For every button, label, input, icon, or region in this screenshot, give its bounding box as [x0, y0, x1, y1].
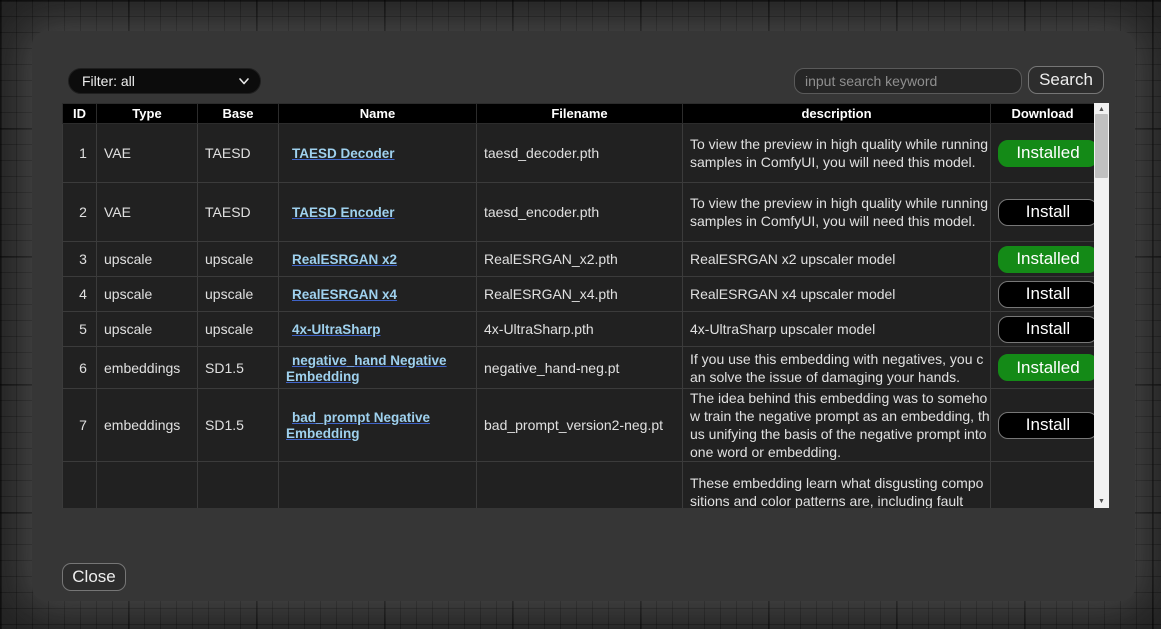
cell-base: upscale: [198, 242, 279, 277]
table-row: These embedding learn what disgusting co…: [63, 462, 1095, 509]
table-scrollbar[interactable]: ▲ ▼: [1094, 103, 1109, 508]
cell-name: TAESD Encoder: [279, 183, 477, 242]
cell-filename: taesd_decoder.pth: [477, 124, 683, 183]
cell-id: 5: [63, 312, 97, 347]
install-button[interactable]: Installed: [998, 140, 1098, 167]
cell-id: [63, 462, 97, 509]
cell-base: [198, 462, 279, 509]
table-row: 1 VAE TAESD TAESD Decoder taesd_decoder.…: [63, 124, 1095, 183]
cell-name: TAESD Decoder: [279, 124, 477, 183]
cell-description: The idea behind this embedding was to so…: [683, 389, 991, 462]
table-row: 2 VAE TAESD TAESD Encoder taesd_encoder.…: [63, 183, 1095, 242]
install-button[interactable]: Install: [998, 316, 1098, 343]
cell-type: upscale: [97, 242, 198, 277]
cell-id: 7: [63, 389, 97, 462]
search-button[interactable]: Search: [1028, 66, 1104, 94]
cell-base: TAESD: [198, 183, 279, 242]
cell-id: 6: [63, 347, 97, 389]
table-row: 4 upscale upscale RealESRGAN x4 RealESRG…: [63, 277, 1095, 312]
cell-filename: taesd_encoder.pth: [477, 183, 683, 242]
model-name-link[interactable]: 4x-UltraSharp: [292, 322, 381, 337]
cell-name: negative_hand Negative Embedding: [279, 347, 477, 389]
scrollbar-down-icon[interactable]: ▼: [1094, 495, 1109, 508]
cell-description: 4x-UltraSharp upscaler model: [683, 312, 991, 347]
header-id: ID: [63, 104, 97, 124]
cell-description: To view the preview in high quality whil…: [683, 183, 991, 242]
cell-base: TAESD: [198, 124, 279, 183]
table-row: 5 upscale upscale 4x-UltraSharp 4x-Ultra…: [63, 312, 1095, 347]
cell-download: Install: [991, 277, 1095, 312]
model-name-link[interactable]: bad_prompt Negative Embedding: [286, 410, 430, 441]
cell-name: RealESRGAN x2: [279, 242, 477, 277]
cell-name: bad_prompt Negative Embedding: [279, 389, 477, 462]
cell-download: Installed: [991, 124, 1095, 183]
cell-download: Installed: [991, 242, 1095, 277]
cell-base: SD1.5: [198, 389, 279, 462]
header-filename: Filename: [477, 104, 683, 124]
cell-base: SD1.5: [198, 347, 279, 389]
cell-description: RealESRGAN x4 upscaler model: [683, 277, 991, 312]
cell-filename: RealESRGAN_x4.pth: [477, 277, 683, 312]
cell-filename: RealESRGAN_x2.pth: [477, 242, 683, 277]
cell-type: embeddings: [97, 389, 198, 462]
model-name-link[interactable]: TAESD Encoder: [292, 205, 395, 220]
cell-id: 4: [63, 277, 97, 312]
cell-filename: 4x-UltraSharp.pth: [477, 312, 683, 347]
cell-id: 2: [63, 183, 97, 242]
cell-download: Install: [991, 312, 1095, 347]
close-button[interactable]: Close: [62, 563, 126, 591]
table-header-row: ID Type Base Name Filename description D…: [63, 104, 1095, 124]
cell-base: upscale: [198, 277, 279, 312]
cell-type: embeddings: [97, 347, 198, 389]
cell-name: [279, 462, 477, 509]
install-models-dialog: Filter: all Search ID Type Base Name Fil…: [32, 31, 1135, 601]
cell-filename: bad_prompt_version2-neg.pt: [477, 389, 683, 462]
header-name: Name: [279, 104, 477, 124]
cell-download: Install: [991, 183, 1095, 242]
table-row: 7 embeddings SD1.5 bad_prompt Negative E…: [63, 389, 1095, 462]
cell-download: Install: [991, 389, 1095, 462]
install-button[interactable]: Installed: [998, 246, 1098, 273]
cell-download: [991, 462, 1095, 509]
cell-description: To view the preview in high quality whil…: [683, 124, 991, 183]
cell-base: upscale: [198, 312, 279, 347]
model-name-link[interactable]: negative_hand Negative Embedding: [286, 353, 447, 384]
models-table-body: 1 VAE TAESD TAESD Decoder taesd_decoder.…: [63, 124, 1095, 509]
table-row: 3 upscale upscale RealESRGAN x2 RealESRG…: [63, 242, 1095, 277]
models-table-container: ID Type Base Name Filename description D…: [62, 103, 1109, 508]
cell-type: VAE: [97, 183, 198, 242]
scrollbar-thumb[interactable]: [1095, 114, 1108, 178]
header-description: description: [683, 104, 991, 124]
model-name-link[interactable]: TAESD Decoder: [292, 146, 395, 161]
model-name-link[interactable]: RealESRGAN x2: [292, 252, 397, 267]
filter-dropdown-value: Filter: all: [82, 73, 238, 89]
search-input[interactable]: [794, 68, 1022, 94]
cell-type: upscale: [97, 277, 198, 312]
cell-download: Installed: [991, 347, 1095, 389]
table-row: 6 embeddings SD1.5 negative_hand Negativ…: [63, 347, 1095, 389]
cell-filename: [477, 462, 683, 509]
install-button[interactable]: Install: [998, 281, 1098, 308]
chevron-down-icon: [238, 75, 250, 87]
cell-name: RealESRGAN x4: [279, 277, 477, 312]
models-table: ID Type Base Name Filename description D…: [62, 103, 1095, 508]
install-button[interactable]: Install: [998, 199, 1098, 226]
cell-name: 4x-UltraSharp: [279, 312, 477, 347]
cell-filename: negative_hand-neg.pt: [477, 347, 683, 389]
cell-id: 1: [63, 124, 97, 183]
cell-description: RealESRGAN x2 upscaler model: [683, 242, 991, 277]
cell-type: upscale: [97, 312, 198, 347]
cell-id: 3: [63, 242, 97, 277]
cell-description: These embedding learn what disgusting co…: [683, 462, 991, 509]
install-button[interactable]: Installed: [998, 354, 1098, 381]
cell-description: If you use this embedding with negatives…: [683, 347, 991, 389]
cell-type: [97, 462, 198, 509]
install-button[interactable]: Install: [998, 412, 1098, 439]
model-name-link[interactable]: RealESRGAN x4: [292, 287, 397, 302]
filter-dropdown[interactable]: Filter: all: [68, 68, 261, 94]
header-base: Base: [198, 104, 279, 124]
header-download: Download: [991, 104, 1095, 124]
header-type: Type: [97, 104, 198, 124]
cell-type: VAE: [97, 124, 198, 183]
